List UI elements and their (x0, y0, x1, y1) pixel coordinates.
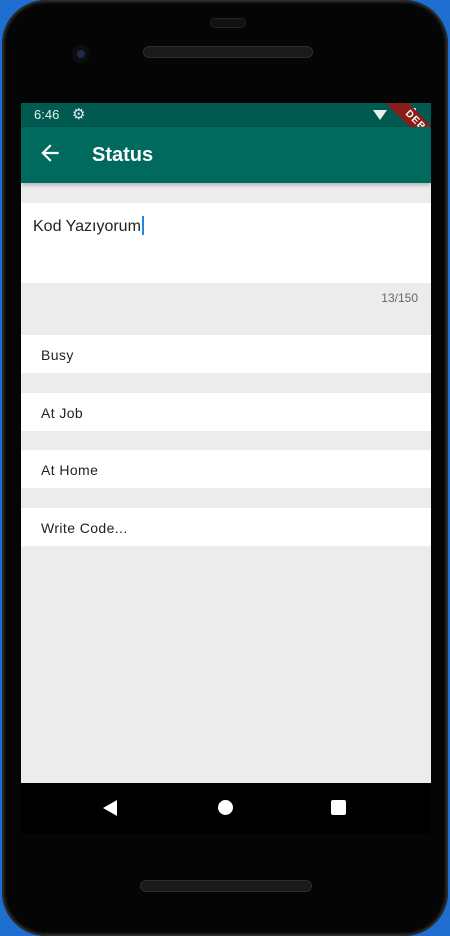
text-caret (141, 216, 144, 235)
earpiece-slot (210, 18, 246, 28)
system-nav-bar (21, 783, 431, 833)
wifi-icon (373, 110, 387, 120)
arrow-back-icon[interactable] (37, 140, 63, 166)
back-triangle-icon[interactable] (103, 800, 117, 816)
status-time: 6:46 (34, 107, 60, 122)
recents-square-icon[interactable] (331, 800, 346, 815)
front-camera (72, 45, 90, 63)
page-title: Status (92, 144, 154, 166)
app-bar: Status (21, 127, 431, 183)
option-at-job[interactable]: At Job (21, 393, 431, 431)
top-speaker (143, 46, 313, 58)
bottom-speaker (140, 880, 312, 892)
settings-gear-icon: ⚙ (72, 106, 86, 123)
status-bar: 6:46 ⚙ (21, 103, 431, 127)
status-text-field[interactable]: Kod Yazıyorum (21, 203, 431, 283)
option-busy[interactable]: Busy (21, 335, 431, 373)
option-label: Busy (41, 347, 74, 363)
status-input-value[interactable]: Kod Yazıyorum (33, 216, 144, 236)
home-circle-icon[interactable] (218, 800, 233, 815)
app-screen: 6:46 ⚙ DEBUG Status Kod Yazıyorum 13/150… (21, 103, 431, 833)
option-at-home[interactable]: At Home (21, 450, 431, 488)
option-write-code[interactable]: Write Code... (21, 508, 431, 546)
option-label: At Home (41, 462, 99, 478)
option-label: Write Code... (41, 520, 128, 536)
character-counter: 13/150 (381, 291, 418, 305)
option-label: At Job (41, 405, 84, 421)
